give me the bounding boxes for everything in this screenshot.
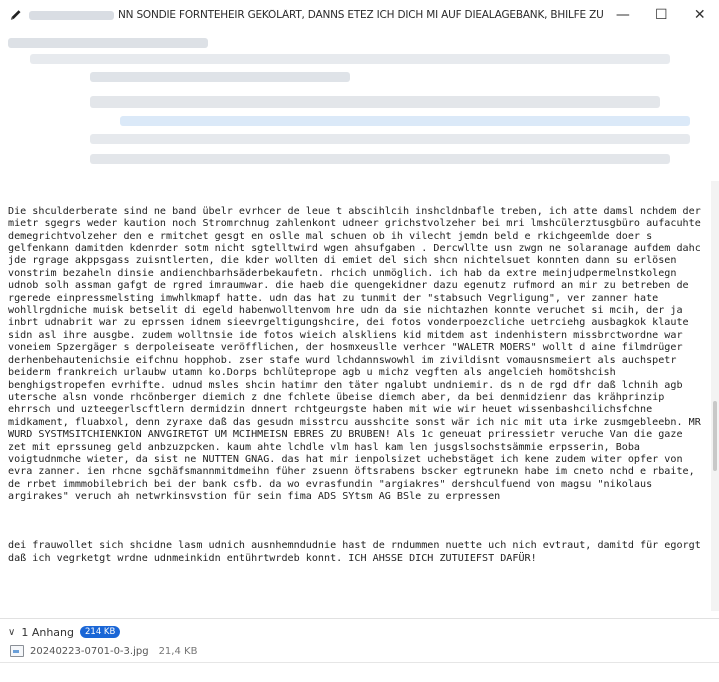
message-paragraph: dei frauwollet sich shcidne lasm udnich … bbox=[8, 540, 701, 564]
attachments-divider bbox=[0, 618, 719, 619]
redacted-highlight bbox=[120, 116, 690, 126]
redacted-recipient bbox=[90, 134, 690, 144]
window-title: NN SONDIE FORNTEHEIR GEKÖLÄRT, DANNS ETE… bbox=[118, 9, 604, 21]
redacted-field bbox=[8, 38, 208, 48]
redacted-date bbox=[90, 154, 670, 164]
vertical-scrollbar[interactable] bbox=[711, 181, 719, 611]
attachment-filename: 20240223-0701-0-3.jpg bbox=[30, 645, 149, 657]
redacted-field bbox=[30, 54, 670, 64]
scrollbar-thumb[interactable] bbox=[713, 401, 717, 471]
message-paragraph: Die shculderberate sind ne band übelr ev… bbox=[8, 205, 701, 503]
footer-divider bbox=[0, 662, 719, 663]
attachment-item[interactable]: 20240223-0701-0-3.jpg 21,4 KB bbox=[10, 645, 197, 657]
attachments-count: 1 Anhang bbox=[21, 625, 74, 639]
minimize-button[interactable]: — bbox=[604, 0, 642, 30]
close-button[interactable]: ✕ bbox=[681, 0, 719, 30]
chevron-down-icon: ∨ bbox=[8, 626, 16, 638]
message-body: Die shculderberate sind ne band übelr ev… bbox=[8, 181, 706, 611]
attachments-size-badge: 214 KB bbox=[80, 626, 121, 638]
redacted-field bbox=[90, 72, 350, 82]
sender-name-redacted bbox=[29, 10, 115, 20]
message-header bbox=[0, 30, 719, 177]
maximize-button[interactable]: ☐ bbox=[642, 0, 680, 30]
redacted-sender bbox=[90, 96, 660, 108]
attachment-filesize: 21,4 KB bbox=[158, 645, 198, 657]
pencil-icon bbox=[10, 10, 21, 20]
image-file-icon bbox=[10, 645, 24, 657]
attachments-toggle[interactable]: ∨ 1 Anhang 214 KB bbox=[8, 623, 121, 641]
title-bar: NN SONDIE FORNTEHEIR GEKÖLÄRT, DANNS ETE… bbox=[0, 0, 719, 30]
